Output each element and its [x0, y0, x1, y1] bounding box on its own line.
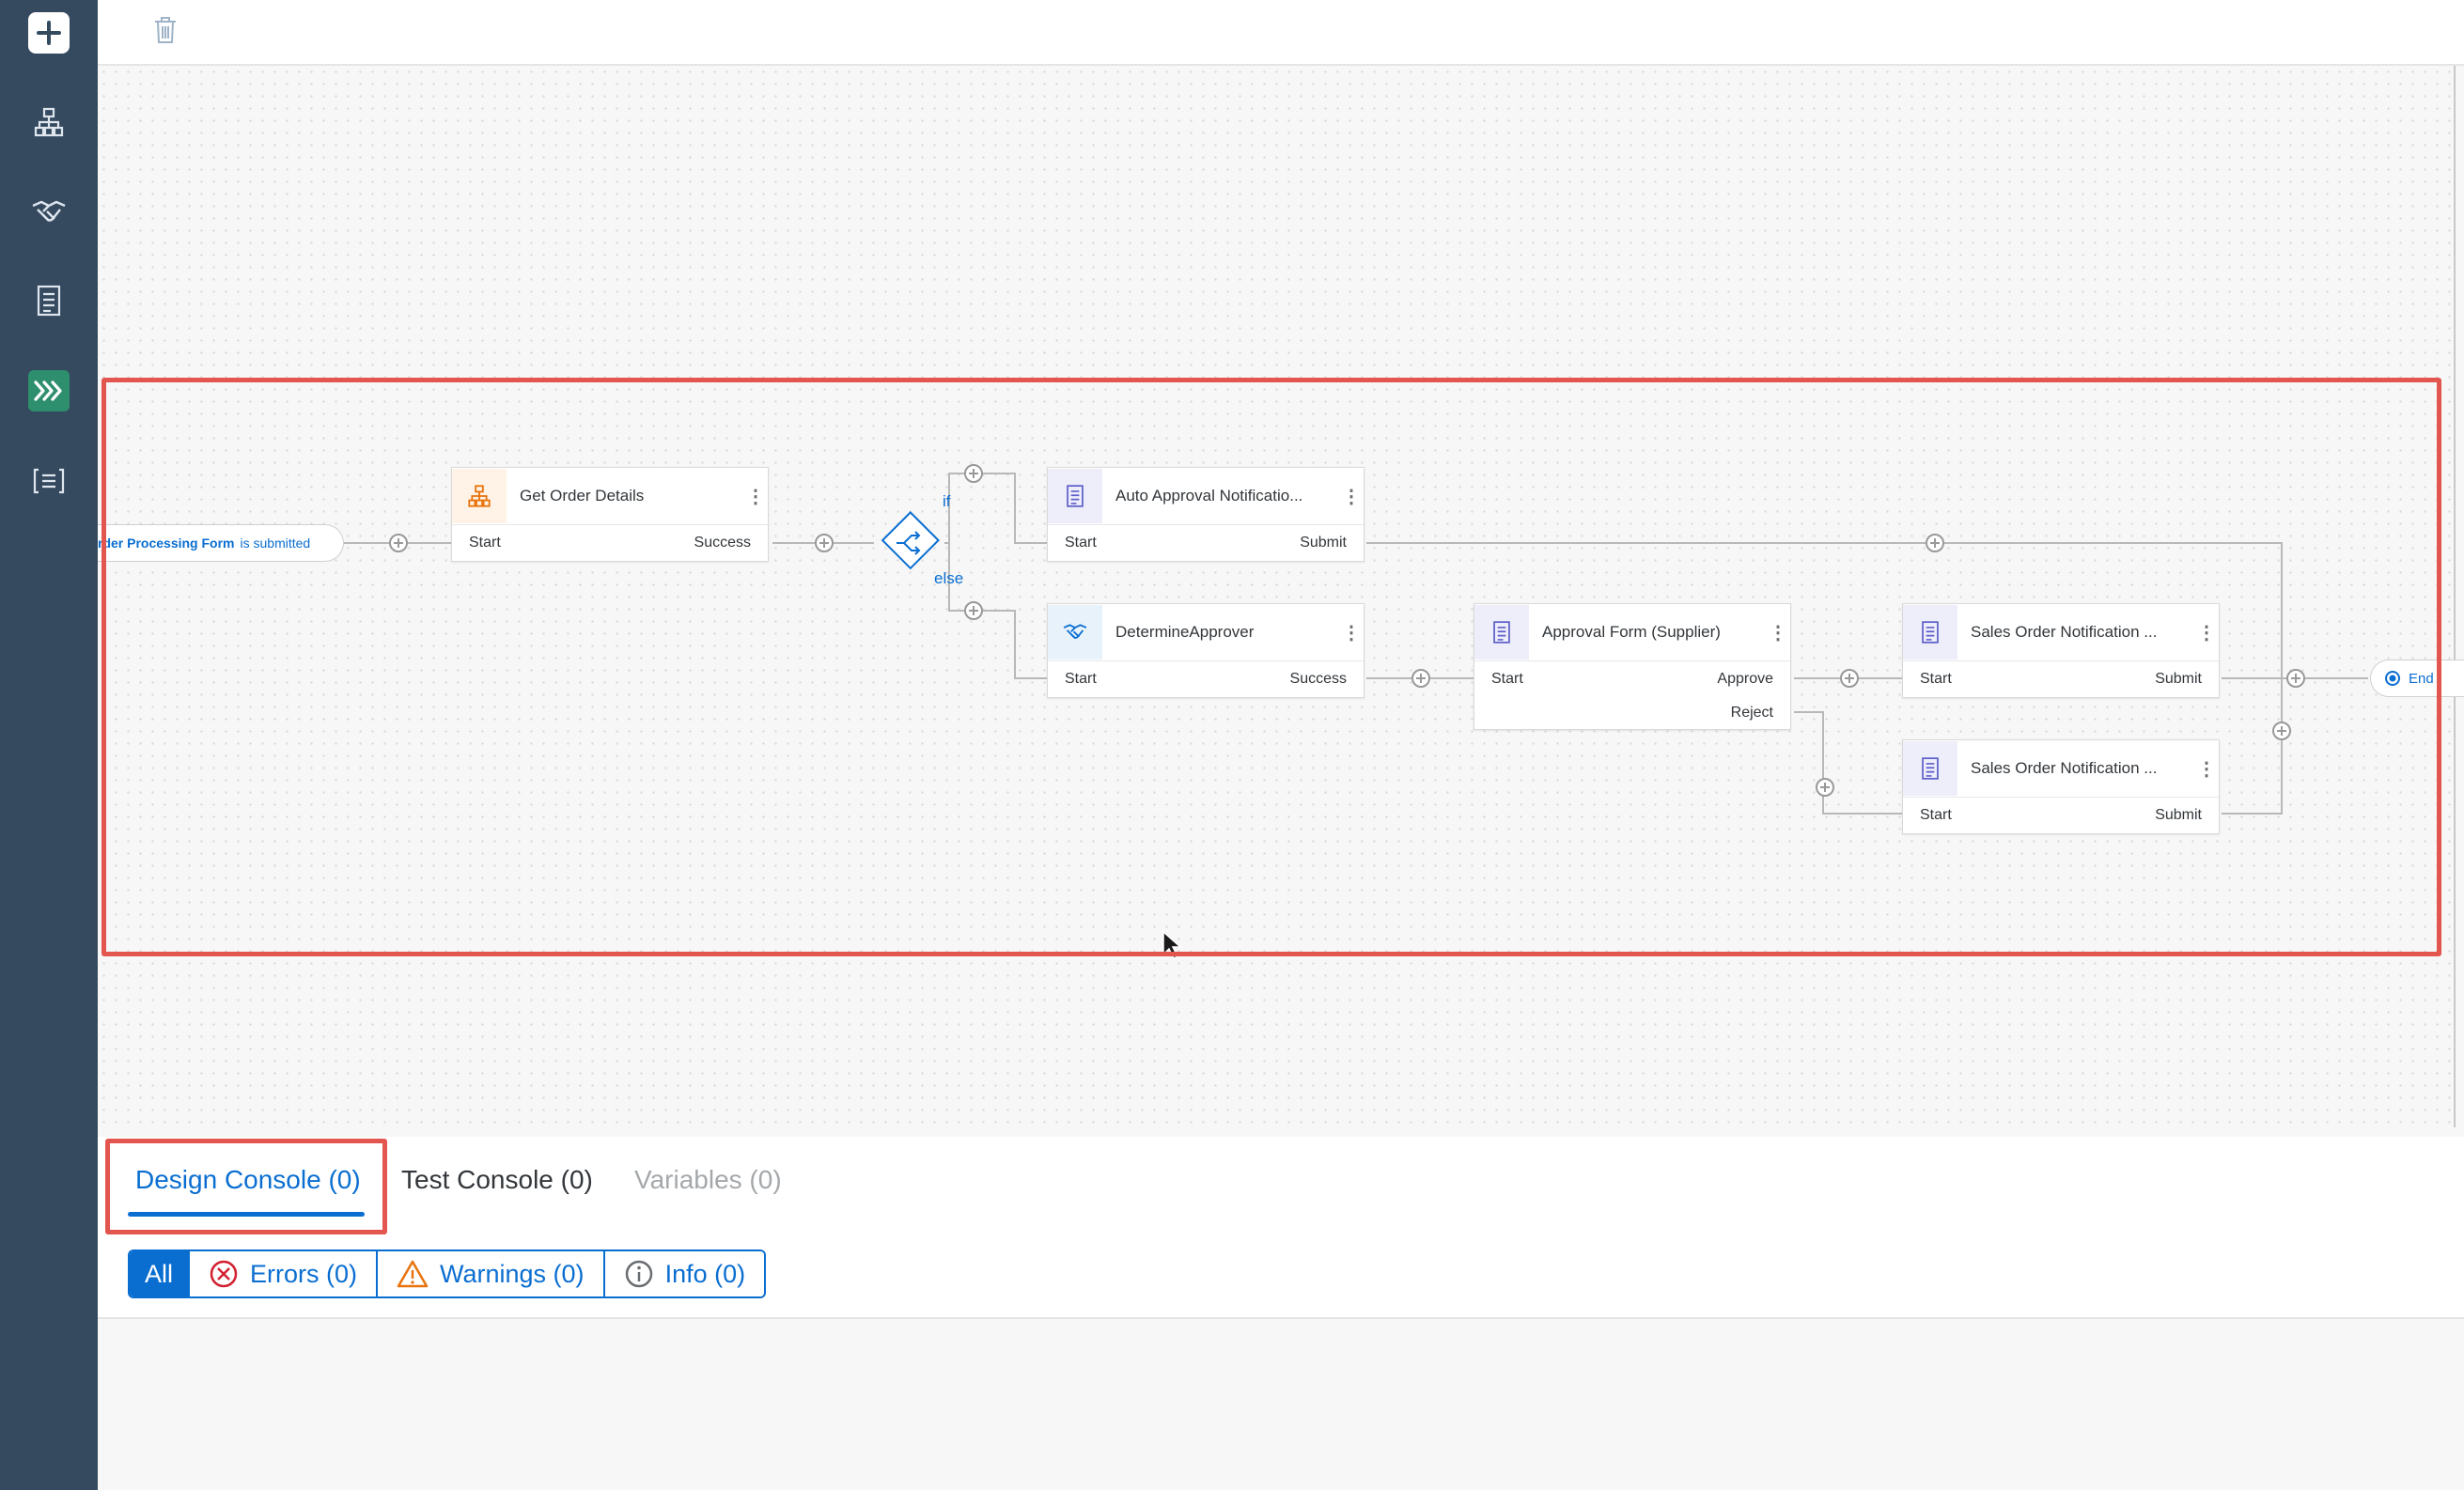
node-title: Sales Order Notification ... — [1971, 623, 2158, 641]
node-title: Auto Approval Notificatio... — [1115, 487, 1303, 504]
mouse-cursor-icon — [1162, 930, 1182, 960]
node-menu-icon[interactable]: ⋮ — [2194, 757, 2219, 781]
form-icon — [1474, 605, 1529, 660]
info-icon — [625, 1260, 652, 1288]
node-title: Approval Form (Supplier) — [1542, 623, 1721, 641]
node-menu-icon[interactable]: ⋮ — [743, 485, 768, 508]
filter-info-label: Info (0) — [664, 1259, 746, 1288]
filter-errors-label: Errors (0) — [250, 1259, 358, 1288]
node-start-label: Start — [1920, 807, 1952, 823]
handshake-icon — [1048, 605, 1102, 660]
node-start-label: Start — [1920, 671, 1952, 687]
node-start-label: Start — [1065, 671, 1097, 687]
node-approval-form-supplier[interactable]: Approval Form (Supplier) ⋮ Start Approve… — [1474, 603, 1791, 730]
tab-design-console[interactable]: Design Console (0) — [135, 1165, 361, 1195]
filter-info-button[interactable]: Info (0) — [602, 1251, 765, 1296]
node-outcome-label-2: Reject — [1730, 705, 1773, 721]
node-determine-approver[interactable]: DetermineApprover ⋮ Start Success — [1047, 603, 1365, 698]
if-label: if — [943, 492, 951, 510]
trigger-pill[interactable]: rder Processing Form is submitted — [98, 524, 344, 562]
node-auto-approval-notification[interactable]: Auto Approval Notificatio... ⋮ Start Sub… — [1047, 467, 1365, 562]
filter-warnings-button[interactable]: Warnings (0) — [376, 1251, 603, 1296]
else-label: else — [934, 569, 964, 587]
filter-all-button[interactable]: All — [130, 1251, 189, 1296]
node-outcome-label: Submit — [1300, 535, 1347, 551]
node-title: DetermineApprover — [1115, 623, 1255, 641]
node-outcome-label: Submit — [2155, 807, 2202, 823]
console-panel: Design Console (0) Test Console (0) Vari… — [98, 1137, 2464, 1490]
error-icon — [210, 1260, 238, 1288]
node-outcome-label: Submit — [2155, 671, 2202, 687]
node-sales-order-notification-1[interactable]: Sales Order Notification ... ⋮ Start Sub… — [1902, 603, 2220, 698]
form-icon — [1903, 741, 1957, 796]
node-outcome-label: Success — [1289, 671, 1347, 687]
connector-else-branch — [948, 543, 1047, 679]
hierarchy-icon — [452, 469, 507, 523]
end-label: End — [2409, 670, 2434, 687]
node-start-label: Start — [1491, 671, 1523, 687]
console-tabs: Design Console (0) Test Console (0) Vari… — [98, 1137, 2464, 1234]
active-tab-underline — [128, 1212, 365, 1217]
node-outcome-label: Success — [694, 535, 751, 551]
tab-test-console[interactable]: Test Console (0) — [401, 1165, 593, 1195]
form-icon — [1903, 605, 1957, 660]
node-outcome-label: Approve — [1717, 671, 1773, 687]
tab-variables[interactable]: Variables (0) — [634, 1165, 782, 1195]
filter-errors-button[interactable]: Errors (0) — [188, 1251, 377, 1296]
flow-connectors — [344, 464, 2368, 960]
node-sales-order-notification-2[interactable]: Sales Order Notification ... ⋮ Start Sub… — [1902, 739, 2220, 834]
node-title: Sales Order Notification ... — [1971, 759, 2158, 777]
node-start-label: Start — [1065, 535, 1097, 551]
node-menu-icon[interactable]: ⋮ — [2194, 621, 2219, 644]
trigger-suffix: is submitted — [240, 535, 311, 551]
gateway-icon[interactable] — [881, 511, 940, 570]
node-get-order-details[interactable]: Get Order Details ⋮ Start Success — [451, 467, 769, 562]
node-title: Get Order Details — [520, 487, 645, 504]
node-menu-icon[interactable]: ⋮ — [1339, 485, 1364, 508]
node-start-label: Start — [469, 535, 501, 551]
connector-reject-sales2 — [1794, 711, 1902, 815]
trigger-form-name: rder Processing Form — [98, 535, 235, 551]
node-menu-icon[interactable]: ⋮ — [1339, 621, 1364, 644]
form-icon — [1048, 469, 1102, 523]
end-pill[interactable]: End — [2370, 660, 2464, 697]
connector-sales2-merge — [2222, 678, 2283, 815]
filter-all-label: All — [145, 1259, 174, 1288]
message-filter: All Errors (0) Warnings (0) Info (0) — [128, 1249, 767, 1298]
node-menu-icon[interactable]: ⋮ — [1766, 621, 1790, 644]
warning-icon — [397, 1260, 429, 1288]
filter-warnings-label: Warnings (0) — [440, 1259, 585, 1288]
end-icon — [2385, 671, 2400, 686]
connector-if-branch — [944, 473, 1047, 544]
console-messages-area — [98, 1319, 2464, 1490]
